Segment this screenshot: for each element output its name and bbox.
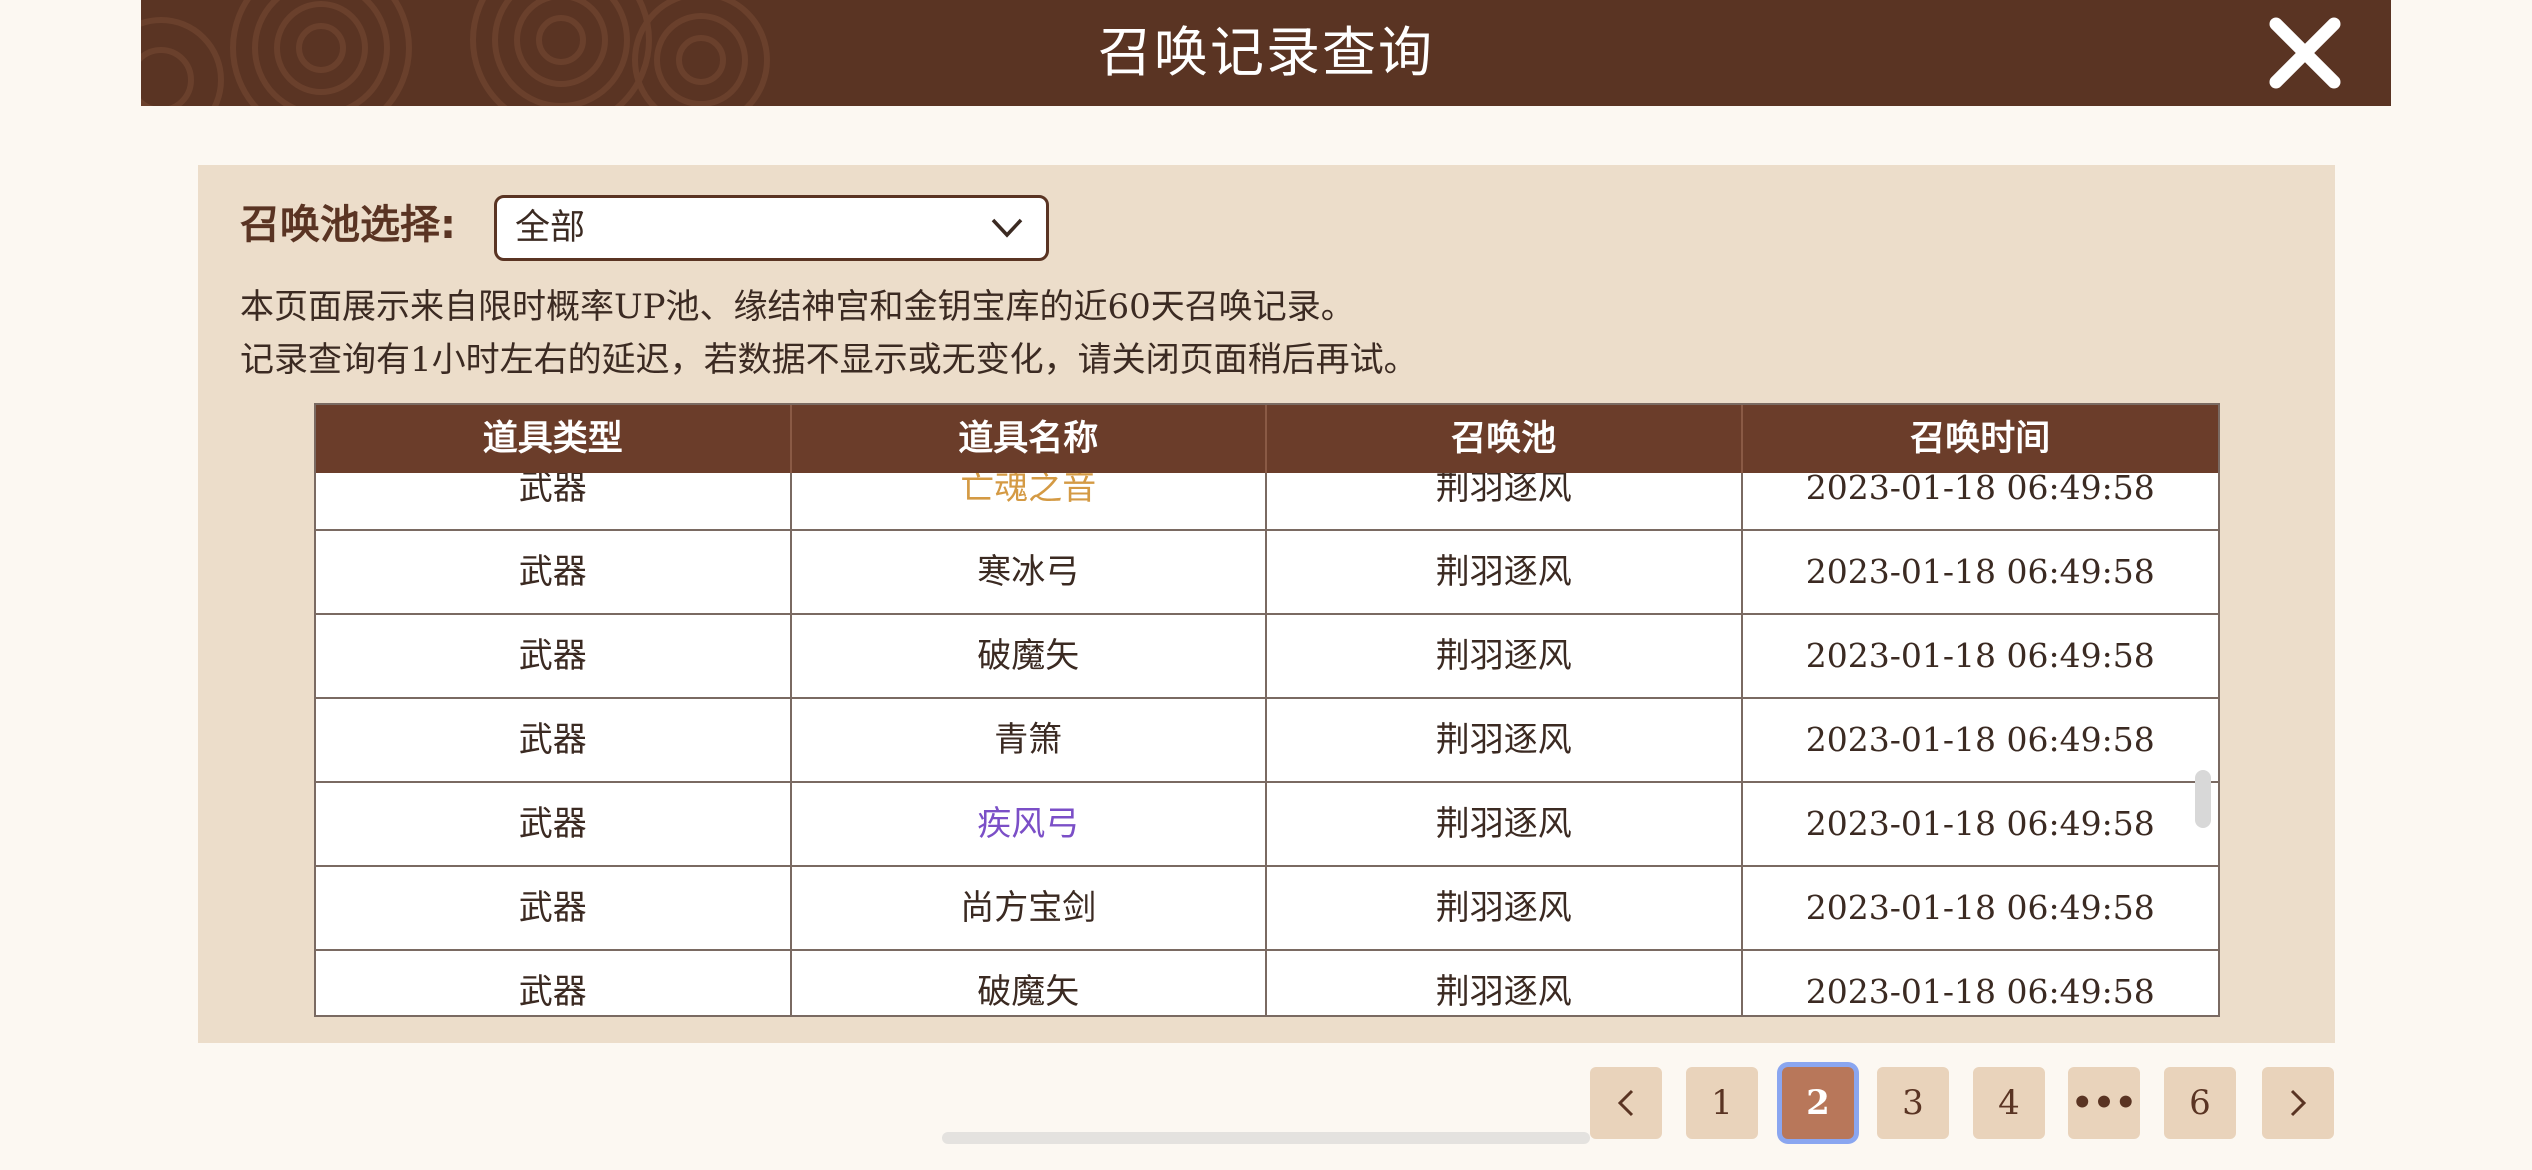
- table-row: 武器 疾风弓 荆羽逐风 2023-01-18 06:49:58: [316, 783, 2218, 867]
- close-icon: [2269, 17, 2341, 89]
- pool-select-value: 全部: [515, 208, 586, 248]
- cell-item-name: 破魔矢: [792, 615, 1267, 697]
- vertical-scrollbar[interactable]: [2195, 770, 2211, 828]
- next-page-button[interactable]: [2262, 1067, 2334, 1139]
- page-button-2[interactable]: 2: [1782, 1067, 1854, 1139]
- cell-item-type: 武器: [316, 783, 792, 865]
- table-row: 武器 亡魂之音 荆羽逐风 2023-01-18 06:49:58: [316, 473, 2218, 531]
- cell-item-type: 武器: [316, 473, 792, 529]
- pool-select-label: 召唤池选择:: [240, 202, 456, 248]
- horizontal-scrollbar[interactable]: [942, 1132, 1590, 1144]
- cell-pool: 荆羽逐风: [1267, 783, 1743, 865]
- chevron-right-icon: [2290, 1089, 2307, 1117]
- cell-item-name: 破魔矢: [792, 951, 1267, 1015]
- header-time: 召唤时间: [1910, 419, 2051, 459]
- cell-time: 2023-01-18 06:49:58: [1805, 552, 2155, 591]
- cell-pool: 荆羽逐风: [1267, 531, 1743, 613]
- cell-time: 2023-01-18 06:49:58: [1805, 636, 2155, 675]
- cell-item-type: 武器: [316, 699, 792, 781]
- cell-time: 2023-01-18 06:49:58: [1805, 804, 2155, 843]
- page-ellipsis[interactable]: •••: [2068, 1067, 2140, 1139]
- table-header: 道具类型 道具名称 召唤池 召唤时间: [316, 405, 2218, 473]
- pool-select-dropdown[interactable]: 全部: [494, 195, 1049, 261]
- table-row: 武器 破魔矢 荆羽逐风 2023-01-18 06:49:58: [316, 951, 2218, 1015]
- header-item-type: 道具类型: [316, 405, 792, 473]
- table-rows: 武器 亡魂之音 荆羽逐风 2023-01-18 06:49:58 武器 寒冰弓 荆羽逐风 20…: [316, 473, 2218, 1015]
- notice-line-2: 记录查询有1小时左右的延迟，若数据不显示或无变化，请关闭页面稍后再试。: [240, 340, 1418, 380]
- records-table: 道具类型 道具名称 召唤池 召唤时间 武器 亡魂之音 荆羽逐风 2023-01-18 …: [314, 403, 2220, 1017]
- cell-time: 2023-01-18 06:49:58: [1805, 888, 2155, 927]
- cell-time: 2023-01-18 06:49:58: [1805, 720, 2155, 759]
- cell-item-name: 亡魂之音: [792, 473, 1267, 529]
- page-button-3[interactable]: 3: [1877, 1067, 1949, 1139]
- table-body[interactable]: 武器 亡魂之音 荆羽逐风 2023-01-18 06:49:58 武器 寒冰弓 荆羽逐风 20…: [316, 473, 2218, 1015]
- header-pool: 召唤池: [1267, 405, 1743, 473]
- page-button-4[interactable]: 4: [1973, 1067, 2045, 1139]
- cell-pool: 荆羽逐风: [1267, 473, 1743, 529]
- cell-pool: 荆羽逐风: [1267, 699, 1743, 781]
- cell-item-type: 武器: [316, 615, 792, 697]
- table-row: 武器 青箫 荆羽逐风 2023-01-18 06:49:58: [316, 699, 2218, 783]
- records-panel: 召唤池选择: 全部 本页面展示来自限时概率UP池、缘结神宫和金钥宝库的近60天召…: [198, 165, 2335, 1043]
- cell-item-name: 尚方宝剑: [792, 867, 1267, 949]
- close-button[interactable]: [2266, 14, 2344, 92]
- cell-item-type: 武器: [316, 951, 792, 1015]
- cell-item-type: 武器: [316, 867, 792, 949]
- cell-time: 2023-01-18 06:49:58: [1805, 473, 2155, 507]
- chevron-down-icon: [991, 218, 1023, 238]
- table-row: 武器 尚方宝剑 荆羽逐风 2023-01-18 06:49:58: [316, 867, 2218, 951]
- page-button-1[interactable]: 1: [1686, 1067, 1758, 1139]
- dialog-title: 召唤记录查询: [1098, 21, 1434, 84]
- dialog-header: 召唤记录查询: [141, 0, 2391, 106]
- cell-item-name: 寒冰弓: [792, 531, 1267, 613]
- prev-page-button[interactable]: [1590, 1067, 1662, 1139]
- cell-item-name: 疾风弓: [792, 783, 1267, 865]
- cell-item-type: 武器: [316, 531, 792, 613]
- cell-pool: 荆羽逐风: [1267, 867, 1743, 949]
- header-item-name: 道具名称: [792, 405, 1267, 473]
- chevron-left-icon: [1617, 1089, 1634, 1117]
- cell-pool: 荆羽逐风: [1267, 951, 1743, 1015]
- cell-item-name: 青箫: [792, 699, 1267, 781]
- notice-line-1: 本页面展示来自限时概率UP池、缘结神宫和金钥宝库的近60天召唤记录。: [240, 287, 1355, 327]
- table-row: 武器 破魔矢 荆羽逐风 2023-01-18 06:49:58: [316, 615, 2218, 699]
- cell-time: 2023-01-18 06:49:58: [1805, 972, 2155, 1011]
- cell-pool: 荆羽逐风: [1267, 615, 1743, 697]
- table-row: 武器 寒冰弓 荆羽逐风 2023-01-18 06:49:58: [316, 531, 2218, 615]
- page-button-6[interactable]: 6: [2164, 1067, 2236, 1139]
